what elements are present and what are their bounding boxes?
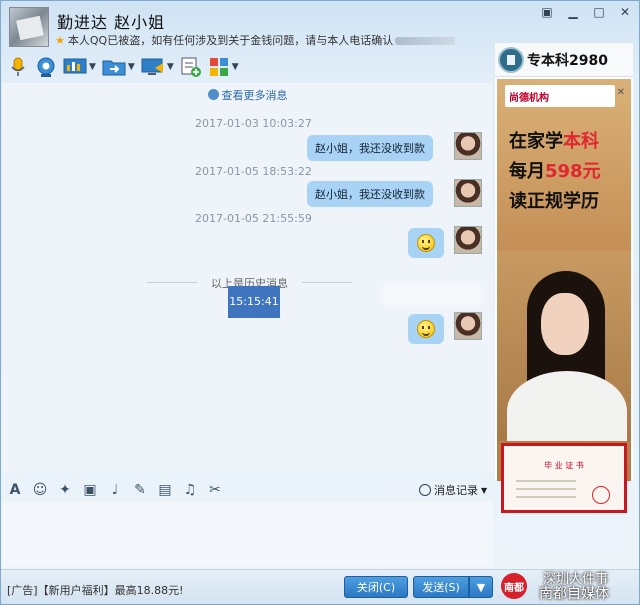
contact-status: ★ 本人QQ已被盗，如有任何涉及到关于金钱问题，请与本人电话确认 — [55, 32, 455, 48]
view-more-label: 查看更多消息 — [221, 89, 288, 102]
folder-icon — [102, 60, 126, 76]
screen-share-button[interactable]: ▼ — [63, 55, 96, 79]
video-call-button[interactable] — [35, 55, 57, 79]
file-transfer-button[interactable]: ▼ — [102, 55, 135, 79]
watermark-blur — [382, 283, 482, 307]
chevron-down-icon: ▼ — [481, 485, 488, 495]
ad-photo — [497, 251, 631, 441]
send-options-button[interactable]: ▼ — [469, 576, 493, 598]
emoji-icon[interactable]: ☺ — [32, 482, 48, 498]
font-icon[interactable]: A — [7, 482, 23, 498]
voice-call-button[interactable] — [7, 55, 29, 79]
photo-face — [541, 293, 589, 355]
nandu-logo: 南都 — [501, 573, 527, 599]
skin-icon[interactable]: ▣ — [541, 5, 553, 19]
diploma-image: 毕 业 证 书 — [501, 443, 627, 513]
diploma-title: 毕 业 证 书 — [544, 461, 584, 470]
message-bubble[interactable]: 赵小姐，我还没收到款 — [307, 181, 433, 207]
chevron-down-icon: ▼ — [476, 581, 486, 594]
view-more-messages-link[interactable]: 查看更多消息 — [2, 87, 493, 103]
close-icon[interactable]: ✕ — [619, 5, 631, 19]
apps-menu-button[interactable]: ▼ — [208, 55, 239, 79]
close-icon[interactable]: ✕ — [617, 87, 625, 98]
chevron-down-icon[interactable]: ▼ — [167, 62, 174, 72]
diploma-line — [516, 480, 576, 482]
ad-headline-3: 读正规学历 — [509, 191, 599, 212]
avatar[interactable] — [454, 179, 482, 207]
add-app-button[interactable] — [180, 55, 202, 79]
music-icon[interactable]: ♫ — [182, 482, 198, 498]
avatar[interactable] — [454, 132, 482, 160]
magic-icon[interactable]: ✦ — [57, 482, 73, 498]
diploma-line — [516, 488, 576, 490]
star-icon: ★ — [55, 34, 65, 47]
avatar[interactable] — [454, 226, 482, 254]
ad-header[interactable]: 专本科2980 — [495, 43, 633, 77]
seal-icon — [592, 486, 610, 504]
nandu-logo-text: 南都 — [504, 583, 524, 594]
ad-headline-2: 每月598元 — [509, 161, 601, 182]
send-button[interactable]: 发送(S) — [413, 576, 469, 598]
screen-share-icon — [63, 58, 87, 74]
watermark-line-2: 南都自媒体 — [539, 586, 609, 602]
shake-icon[interactable]: ▣ — [82, 482, 98, 498]
input-toolbar: A ☺ ✦ ▣ ♩ ✎ ▤ ♫ ✂ — [7, 479, 223, 501]
remote-desktop-button[interactable]: ▼ — [141, 55, 174, 79]
clock-icon — [419, 484, 431, 496]
blurred-text — [395, 37, 455, 45]
ad-header-text: 专本科2980 — [527, 52, 608, 69]
clock-icon — [207, 89, 219, 100]
message-timestamp: 2017-01-05 18:53:22 — [195, 165, 312, 178]
remote-desktop-icon — [141, 58, 163, 75]
maximize-icon[interactable]: □ — [593, 5, 605, 19]
message-input[interactable] — [2, 501, 493, 567]
contact-avatar[interactable] — [9, 7, 49, 47]
chevron-down-icon[interactable]: ▼ — [232, 62, 239, 72]
selected-timestamp[interactable]: 15:15:41 — [228, 286, 280, 318]
voice-message-icon[interactable]: ♩ — [107, 482, 123, 498]
smiley-icon — [417, 320, 435, 338]
image-icon[interactable]: ▤ — [157, 482, 173, 498]
qq-chat-window: 勤进达 赵小姐 ★ 本人QQ已被盗，如有任何涉及到关于金钱问题，请与本人电话确认 … — [0, 0, 640, 605]
webcam-icon — [37, 57, 55, 77]
promo-link[interactable]: [广告]【新用户福利】最高18.88元! — [7, 582, 183, 598]
add-app-icon — [181, 57, 201, 77]
photo-shirt — [507, 371, 627, 441]
chat-toolbar: ▼ ▼ ▼ ▼ — [7, 53, 239, 81]
chevron-down-icon[interactable]: ▼ — [89, 62, 96, 72]
message-record-button[interactable]: 消息记录 ▼ — [419, 482, 487, 498]
message-timestamp: 2017-01-03 10:03:27 — [195, 117, 312, 130]
contact-name[interactable]: 勤进达 赵小姐 — [57, 9, 165, 33]
chevron-down-icon[interactable]: ▼ — [128, 62, 135, 72]
window-controls: ▣ ▁ □ ✕ — [541, 5, 631, 19]
ad-banner[interactable]: 尚德机构 ✕ 在家学本科 每月598元 读正规学历 毕 业 证 书 — [497, 79, 631, 513]
emoji-message-bubble[interactable] — [408, 314, 444, 344]
school-logo-icon — [498, 46, 524, 73]
edit-icon[interactable]: ✎ — [132, 482, 148, 498]
message-history[interactable]: 查看更多消息 2017-01-03 10:03:27 赵小姐，我还没收到款 20… — [2, 83, 493, 473]
avatar[interactable] — [454, 312, 482, 340]
ad-panel[interactable]: 专本科2980 尚德机构 ✕ 在家学本科 每月598元 读正规学历 毕 业 证 … — [495, 43, 633, 513]
emoji-message-bubble[interactable] — [408, 228, 444, 258]
mic-icon — [11, 57, 25, 76]
smiley-icon — [417, 234, 435, 252]
ad-headline-1: 在家学本科 — [509, 131, 599, 152]
message-timestamp: 2017-01-05 21:55:59 — [195, 212, 312, 225]
message-record-label: 消息记录 — [434, 484, 478, 497]
close-button[interactable]: 关闭(C) — [344, 576, 408, 598]
diploma-line — [516, 496, 576, 498]
screenshot-icon[interactable]: ✂ — [207, 482, 223, 498]
status-text: 本人QQ已被盗，如有任何涉及到关于金钱问题，请与本人电话确认 — [67, 34, 394, 47]
minimize-icon[interactable]: ▁ — [567, 5, 579, 19]
message-bubble[interactable]: 赵小姐，我还没收到款 — [307, 135, 433, 161]
apps-grid-icon — [209, 58, 228, 76]
ad-brand-text: 尚德机构 — [509, 93, 549, 104]
ad-brand-logo: 尚德机构 — [505, 85, 615, 107]
